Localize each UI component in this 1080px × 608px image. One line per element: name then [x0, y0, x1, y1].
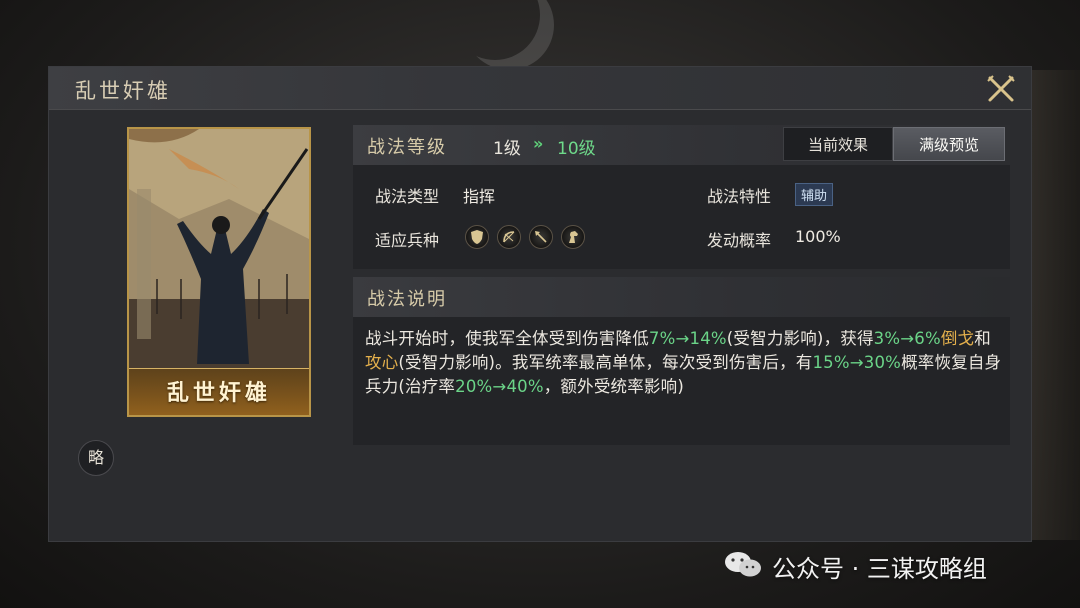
tab-current-effect[interactable]: 当前效果	[783, 127, 893, 161]
desc-segment: (受智力影响)。我军统率最高单体，每次受到伤害后，有	[398, 353, 813, 372]
shield-icon	[465, 225, 489, 249]
desc-segment: 和	[974, 329, 991, 348]
dialog-title: 乱世奸雄	[75, 79, 171, 103]
desc-value-trigger-chance: 15%→30%	[812, 353, 902, 372]
troop-types-label: 适应兵种	[375, 231, 440, 250]
skill-info-panel: 战法等级 1级 » 10级 当前效果 满级预览 战法类型 指挥 战法特性 辅助 …	[353, 125, 1010, 269]
trigger-rate-label: 发动概率	[707, 231, 772, 250]
description-text: 战斗开始时，使我军全体受到伤害降低7%→14%(受智力影响)，获得3%→6%倒戈…	[365, 327, 1005, 399]
level-from: 1级	[493, 139, 521, 159]
dialog-header: 乱世奸雄	[49, 67, 1031, 110]
close-button[interactable]	[985, 73, 1017, 105]
background-panel	[1030, 70, 1080, 540]
skill-type-value: 指挥	[463, 187, 496, 206]
card-name-bar: 乱世奸雄	[129, 368, 309, 415]
desc-keyword-gongxin[interactable]: 攻心	[365, 353, 398, 372]
skill-trait-label: 战法特性	[707, 187, 772, 206]
desc-value-status-rate: 3%→6%	[873, 329, 941, 348]
skill-card: 乱世奸雄	[127, 127, 311, 417]
tab-max-level-preview[interactable]: 满级预览	[893, 127, 1005, 161]
close-icon	[987, 75, 1015, 102]
level-label: 战法等级	[367, 137, 447, 158]
description-title: 战法说明	[367, 289, 447, 310]
desc-value-damage-reduction: 7%→14%	[648, 329, 727, 348]
card-artwork	[129, 129, 309, 369]
bow-icon	[497, 225, 521, 249]
skill-dialog: 乱世奸雄 乱世奸雄 略 战法等级 1级 » 10级 当前效果 满级预览 战法类型…	[49, 67, 1031, 541]
double-chevron-icon: »	[533, 134, 544, 153]
skill-description-panel: 战法说明 战斗开始时，使我军全体受到伤害降低7%→14%(受智力影响)，获得3%…	[353, 277, 1010, 445]
description-header: 战法说明	[353, 277, 1010, 317]
level-bar: 战法等级 1级 » 10级 当前效果 满级预览	[353, 125, 1010, 165]
skill-type-label: 战法类型	[375, 187, 440, 206]
horse-icon	[561, 225, 585, 249]
card-name: 乱世奸雄	[166, 380, 271, 406]
trait-tag: 辅助	[795, 183, 834, 206]
desc-segment: 战斗开始时，使我军全体受到伤害降低	[365, 329, 649, 348]
desc-value-heal-rate: 20%→40%	[455, 377, 544, 396]
watermark-text: 公众号 · 三谋攻略组	[772, 555, 987, 583]
spear-icon	[529, 225, 553, 249]
level-to: 10级	[557, 139, 596, 159]
desc-segment: (受智力影响)，获得	[726, 329, 874, 348]
wechat-icon	[725, 552, 761, 577]
desc-segment: ，额外受统率影响)	[543, 377, 684, 396]
moon-decoration	[450, 0, 540, 60]
strategy-badge[interactable]: 略	[78, 440, 114, 476]
trigger-rate-value: 100%	[795, 227, 841, 246]
desc-keyword-daoge[interactable]: 倒戈	[941, 329, 974, 348]
